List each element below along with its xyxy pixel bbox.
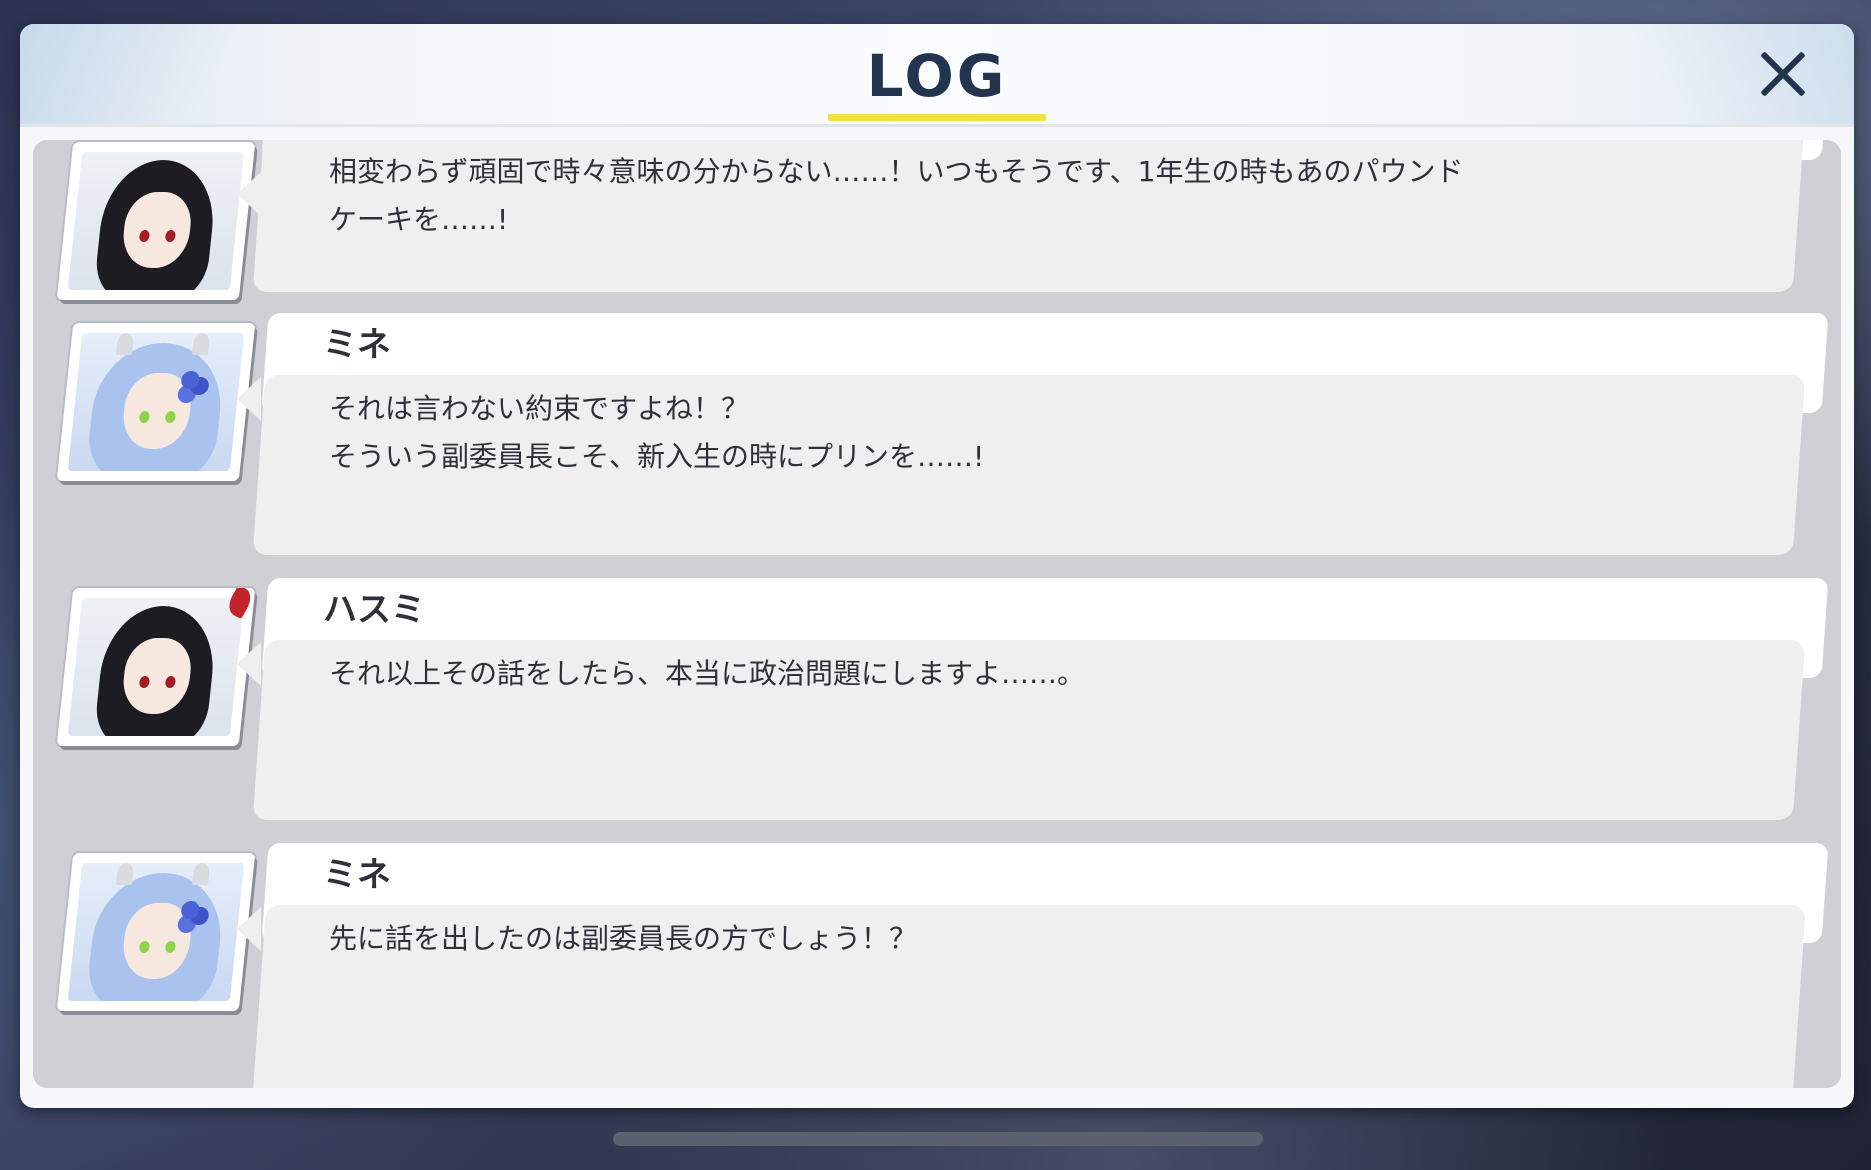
- log-entry: ハスミ それ以上その話をしたら、本当に政治問題にしますよ……。: [33, 578, 1841, 840]
- portrait-image: [67, 152, 245, 290]
- log-entry: ミネ 先に話を出したのは副委員長の方でしょう！？: [33, 843, 1841, 1088]
- log-list[interactable]: 相変わらず頑固で時々意味の分からない……！いつもそうです、1年生の時もあのパウン…: [33, 140, 1841, 1088]
- speaker-name: ミネ: [323, 325, 391, 365]
- log-title: LOG: [866, 42, 1008, 110]
- message-text: それ以上その話をしたら、本当に政治問題にしますよ……。: [329, 657, 1086, 690]
- message-text: 相変わらず頑固で時々意味の分からない……！いつもそうです、1年生の時もあのパウン…: [329, 155, 1464, 236]
- avatar-mine: [56, 853, 256, 1011]
- portrait-image: [67, 333, 245, 471]
- avatar-hasumi: [56, 142, 256, 300]
- avatar-hasumi: [56, 588, 256, 746]
- message-text: 先に話を出したのは副委員長の方でしょう！？: [329, 922, 918, 955]
- log-panel: LOG 相変わらず頑固で時々意味の分からない……！いつもそうです、1年生の時もあ…: [20, 24, 1854, 1108]
- log-header: LOG: [20, 24, 1854, 127]
- title-underline: [828, 114, 1046, 121]
- bubble-pointer: [237, 642, 261, 686]
- bubble-pointer: [237, 377, 261, 421]
- bubble-pointer: [237, 172, 261, 216]
- close-icon[interactable]: [1750, 42, 1816, 108]
- portrait-image: [67, 598, 245, 736]
- speaker-name: ミネ: [323, 855, 391, 895]
- avatar-mine: [56, 323, 256, 481]
- speaker-name: ハスミ: [323, 590, 425, 630]
- bubble-pointer: [237, 907, 261, 951]
- message-text: それは言わない約束ですよね！？ そういう副委員長こそ、新入生の時にプリンを……!: [329, 392, 985, 473]
- home-indicator-bar[interactable]: [613, 1132, 1263, 1146]
- portrait-image: [67, 863, 245, 1001]
- log-entry: 相変わらず頑固で時々意味の分からない……！いつもそうです、1年生の時もあのパウン…: [33, 140, 1841, 300]
- log-entry: ミネ それは言わない約束ですよね！？ そういう副委員長こそ、新入生の時にプリンを…: [33, 313, 1841, 575]
